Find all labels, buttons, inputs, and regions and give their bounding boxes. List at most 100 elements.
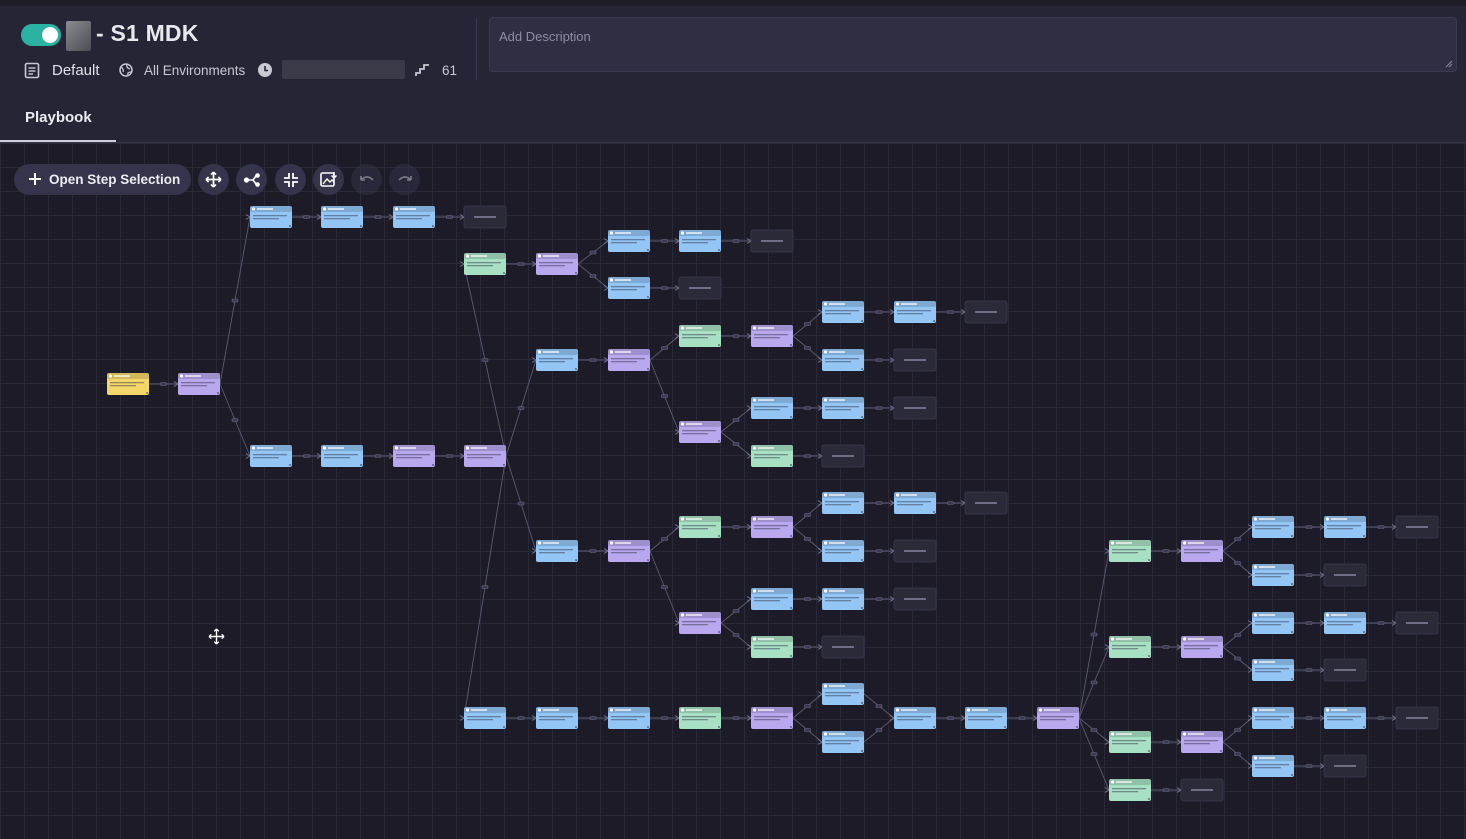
step-node-action[interactable] — [1252, 564, 1294, 586]
step-node-end[interactable] — [964, 300, 1008, 324]
step-node-action[interactable] — [751, 588, 793, 610]
connector-handle[interactable] — [160, 382, 167, 386]
step-node-end[interactable] — [821, 444, 865, 468]
connector-handle[interactable] — [481, 358, 489, 362]
step-node-utility[interactable] — [1109, 636, 1151, 658]
step-node-action[interactable] — [464, 707, 506, 729]
step-node-condition[interactable] — [608, 349, 650, 371]
step-node-trigger[interactable] — [107, 373, 149, 395]
connector-handle[interactable] — [804, 537, 811, 541]
connector-handle[interactable] — [1234, 561, 1241, 565]
connector-handle[interactable] — [1305, 621, 1313, 625]
connector-handle[interactable] — [661, 394, 668, 398]
export-image-button[interactable] — [313, 164, 344, 195]
step-node-action[interactable] — [1252, 707, 1294, 729]
step-node-action[interactable] — [321, 445, 363, 467]
step-node-action[interactable] — [822, 588, 864, 610]
connector-handle[interactable] — [374, 215, 382, 219]
connector-handle[interactable] — [732, 716, 740, 720]
step-node-action[interactable] — [1252, 755, 1294, 777]
connector-handle[interactable] — [517, 501, 525, 506]
step-node-action[interactable] — [822, 301, 864, 323]
connector-handle[interactable] — [875, 549, 883, 553]
connector-handle[interactable] — [661, 537, 668, 541]
step-node-utility[interactable] — [679, 325, 721, 347]
connector-handle[interactable] — [804, 645, 811, 649]
connector-handle[interactable] — [1234, 752, 1241, 756]
step-node-action[interactable] — [894, 301, 936, 323]
connector-handle[interactable] — [1162, 645, 1170, 649]
step-node-end[interactable] — [1323, 754, 1367, 778]
connector-handle[interactable] — [1377, 716, 1385, 720]
step-node-action[interactable] — [822, 731, 864, 753]
connector-handle[interactable] — [303, 215, 310, 219]
step-node-end[interactable] — [893, 396, 937, 420]
connector-handle[interactable] — [732, 609, 740, 613]
step-node-end[interactable] — [893, 539, 937, 563]
step-node-action[interactable] — [536, 349, 578, 371]
connector-handle[interactable] — [1377, 621, 1385, 625]
connector-handle[interactable] — [875, 358, 883, 362]
connector-handle[interactable] — [732, 334, 740, 338]
step-node-end[interactable] — [1395, 706, 1439, 730]
connector-handle[interactable] — [446, 454, 453, 458]
step-node-end[interactable] — [893, 348, 937, 372]
step-node-action[interactable] — [751, 397, 793, 419]
step-node-condition[interactable] — [1181, 540, 1223, 562]
connector-handle[interactable] — [875, 501, 883, 505]
connector-handle[interactable] — [661, 716, 668, 720]
connector-handle[interactable] — [517, 262, 525, 266]
step-node-utility[interactable] — [1109, 779, 1151, 801]
step-node-action[interactable] — [1324, 516, 1366, 538]
step-node-end[interactable] — [1180, 778, 1224, 802]
step-node-action[interactable] — [536, 540, 578, 562]
connector-handle[interactable] — [589, 358, 597, 362]
step-node-action[interactable] — [250, 445, 292, 467]
step-node-condition[interactable] — [393, 445, 435, 467]
step-node-condition[interactable] — [464, 445, 506, 467]
step-node-action[interactable] — [822, 683, 864, 705]
step-node-action[interactable] — [1252, 516, 1294, 538]
step-node-action[interactable] — [1324, 612, 1366, 634]
move-button[interactable] — [198, 164, 229, 195]
connector-handle[interactable] — [732, 239, 740, 243]
connector-handle[interactable] — [589, 716, 597, 720]
connector-handle[interactable] — [231, 298, 239, 303]
open-step-selection-button[interactable]: Open Step Selection — [14, 164, 191, 195]
connector-handle[interactable] — [661, 346, 668, 350]
connector-handle[interactable] — [1162, 740, 1170, 744]
connector-handle[interactable] — [732, 525, 740, 529]
step-node-utility[interactable] — [751, 636, 793, 658]
connector-handle[interactable] — [875, 406, 883, 410]
step-node-condition[interactable] — [751, 516, 793, 538]
connector-handle[interactable] — [1162, 788, 1170, 792]
connector-handle[interactable] — [804, 513, 811, 517]
step-node-condition[interactable] — [608, 540, 650, 562]
connector-handle[interactable] — [1090, 680, 1098, 685]
step-node-condition[interactable] — [679, 421, 721, 443]
connector-handle[interactable] — [661, 585, 668, 589]
step-node-condition[interactable] — [1181, 636, 1223, 658]
step-node-end[interactable] — [1395, 611, 1439, 635]
connector-handle[interactable] — [1090, 728, 1098, 732]
connector-handle[interactable] — [303, 454, 310, 458]
step-node-action[interactable] — [1252, 659, 1294, 681]
connector-handle[interactable] — [875, 597, 883, 601]
step-node-condition[interactable] — [178, 373, 220, 395]
connector-handle[interactable] — [374, 454, 382, 458]
step-node-end[interactable] — [1395, 515, 1439, 539]
connector-handle[interactable] — [1090, 632, 1098, 637]
step-node-condition[interactable] — [536, 253, 578, 275]
connector-handle[interactable] — [1018, 716, 1026, 720]
undo-button[interactable] — [351, 164, 382, 195]
connector-handle[interactable] — [804, 346, 811, 350]
step-node-condition[interactable] — [751, 325, 793, 347]
connector-handle[interactable] — [947, 716, 954, 720]
step-node-end[interactable] — [1323, 563, 1367, 587]
connector-handle[interactable] — [804, 322, 811, 326]
connector-handle[interactable] — [231, 418, 239, 422]
connector-handle[interactable] — [589, 274, 597, 278]
step-node-action[interactable] — [536, 707, 578, 729]
step-node-end[interactable] — [750, 229, 794, 253]
step-node-action[interactable] — [1252, 612, 1294, 634]
